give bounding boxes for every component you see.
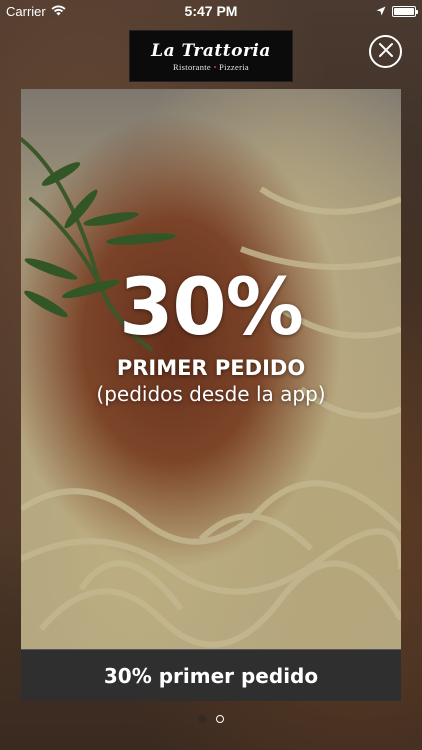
wifi-icon bbox=[51, 4, 66, 19]
logo-subtitle-separator: • bbox=[213, 61, 217, 72]
promo-percent: 30% bbox=[119, 263, 304, 353]
promo-text: 30% PRIMER PEDIDO (pedidos desde la app) bbox=[21, 264, 401, 406]
page-dot-1[interactable] bbox=[198, 715, 206, 723]
logo-subtitle-right: Pizzeria bbox=[219, 61, 249, 72]
status-left: Carrier bbox=[6, 4, 66, 19]
page-indicator[interactable] bbox=[0, 715, 422, 723]
page-dot-2-active[interactable] bbox=[216, 715, 224, 723]
promo-subline: (pedidos desde la app) bbox=[96, 382, 326, 406]
carrier-label: Carrier bbox=[6, 3, 46, 19]
close-button[interactable] bbox=[369, 35, 402, 68]
battery-level bbox=[394, 7, 414, 15]
logo-title: La Trattoria bbox=[151, 40, 271, 61]
logo-subtitle-left: Ristorante bbox=[173, 61, 211, 72]
battery-icon bbox=[392, 5, 418, 17]
close-icon bbox=[378, 42, 394, 62]
promo-card[interactable]: 30% PRIMER PEDIDO (pedidos desde la app)… bbox=[21, 89, 401, 701]
status-right bbox=[376, 4, 418, 19]
logo-subtitle: Ristorante • Pizzeria bbox=[173, 62, 249, 72]
restaurant-logo: La Trattoria Ristorante • Pizzeria bbox=[129, 30, 293, 82]
status-bar: Carrier 5:47 PM bbox=[0, 0, 422, 22]
location-arrow-icon bbox=[376, 4, 386, 19]
promo-caption: 30% primer pedido bbox=[21, 649, 401, 701]
promo-headline: PRIMER PEDIDO bbox=[116, 356, 306, 380]
